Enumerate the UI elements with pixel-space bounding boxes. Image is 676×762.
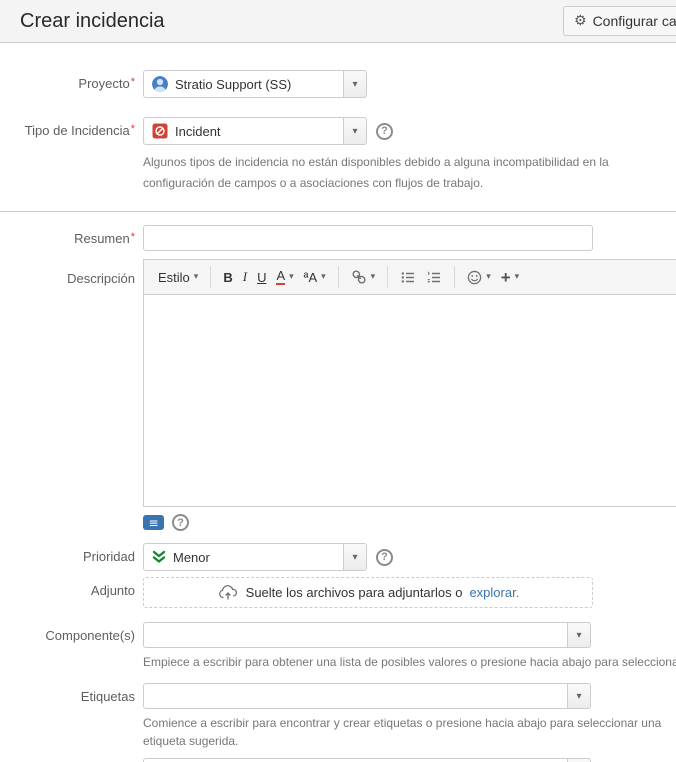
create-issue-dialog: Crear incidencia ⚙ Configurar campos Pro… xyxy=(0,0,676,762)
attachment-row: Adjunto Suelte los archivos para adjunta… xyxy=(0,577,676,608)
configure-fields-button[interactable]: ⚙ Configurar campos xyxy=(563,6,676,36)
assignee-label: Responsable xyxy=(0,758,135,762)
description-textarea[interactable] xyxy=(144,295,676,506)
toolbar-divider xyxy=(454,266,456,288)
chevron-down-icon: ▾ xyxy=(370,272,376,282)
style-dropdown[interactable]: Estilo ▾ xyxy=(153,267,203,288)
toolbar-divider xyxy=(387,266,389,288)
chevron-down-icon: ▾ xyxy=(486,272,491,282)
priority-select[interactable]: Menor ▾ xyxy=(143,543,367,571)
issue-type-note: Algunos tipos de incidencia no están dis… xyxy=(143,155,609,190)
summary-label: Resumen* xyxy=(74,231,135,246)
project-select[interactable]: Stratio Support (SS) ▾ xyxy=(143,70,367,98)
chevron-down-icon[interactable]: ▾ xyxy=(343,544,366,570)
priority-value: Menor xyxy=(173,549,210,565)
editor-toolbar: Estilo ▾ B I U A ▾ ªA ▾ ▾ ▾ + ▾ xyxy=(144,260,676,295)
help-icon[interactable]: ? xyxy=(172,514,189,531)
numbered-list-button[interactable] xyxy=(421,266,447,288)
components-input[interactable] xyxy=(143,622,568,648)
emoji-icon xyxy=(467,270,482,284)
required-asterisk: * xyxy=(130,76,135,88)
chevron-down-icon: ▾ xyxy=(514,272,520,282)
attachment-dropzone[interactable]: Suelte los archivos para adjuntarlos o e… xyxy=(143,577,593,608)
priority-row: Prioridad Menor ▾ ? xyxy=(0,543,676,571)
create-issue-form: Proyecto* Stratio Support (SS) ▾ Tipo de… xyxy=(0,43,676,762)
browse-link[interactable]: explorar. xyxy=(469,585,519,600)
dropzone-text: Suelte los archivos para adjuntarlos o xyxy=(245,585,463,600)
numbered-list-icon xyxy=(427,271,441,283)
required-asterisk: * xyxy=(130,123,135,135)
toolbar-divider xyxy=(337,266,339,288)
priority-minor-icon xyxy=(152,550,166,563)
labels-input[interactable] xyxy=(143,683,568,710)
assignee-row: Responsable Automático ▾ xyxy=(0,758,676,762)
project-avatar-icon xyxy=(152,76,168,92)
chevron-down-icon: ▾ xyxy=(193,272,199,282)
chevron-down-icon[interactable]: ▾ xyxy=(567,683,591,710)
dialog-header: Crear incidencia ⚙ Configurar campos xyxy=(0,0,676,43)
required-asterisk: * xyxy=(130,231,135,243)
chevron-down-icon[interactable]: ▾ xyxy=(343,118,366,144)
section-divider xyxy=(0,211,676,212)
issue-type-label: Tipo de Incidencia* xyxy=(24,123,135,138)
insert-more-button[interactable]: + ▾ xyxy=(496,266,524,289)
description-editor: Estilo ▾ B I U A ▾ ªA ▾ ▾ ▾ + ▾ xyxy=(143,259,676,507)
help-icon[interactable]: ? xyxy=(376,548,393,566)
italic-button[interactable]: I xyxy=(238,266,252,288)
components-label: Componente(s) xyxy=(45,628,135,643)
chevron-down-icon: ▾ xyxy=(289,271,294,282)
text-size-button[interactable]: ªA ▾ xyxy=(299,267,331,288)
project-value: Stratio Support (SS) xyxy=(175,76,292,92)
underline-button[interactable]: U xyxy=(252,267,271,288)
help-icon[interactable]: ? xyxy=(376,122,393,140)
components-row: Componente(s) ▾ Empiece a escribir para … xyxy=(0,622,676,671)
project-row: Proyecto* Stratio Support (SS) ▾ xyxy=(0,70,676,98)
summary-input[interactable] xyxy=(143,225,593,251)
plus-icon: + xyxy=(500,267,511,287)
toolbar-divider xyxy=(210,266,212,288)
project-label: Proyecto* xyxy=(78,76,135,91)
labels-help: Comience a escribir para encontrar y cre… xyxy=(143,716,662,748)
cloud-upload-icon xyxy=(218,585,237,600)
link-icon xyxy=(352,270,366,284)
text-mode-icon[interactable]: ≡ xyxy=(143,515,164,530)
bullet-list-icon xyxy=(401,272,415,283)
labels-row: Etiquetas ▾ Comience a escribir para enc… xyxy=(0,683,676,750)
chevron-down-icon[interactable]: ▾ xyxy=(567,622,591,648)
bullet-list-button[interactable] xyxy=(395,266,421,288)
chevron-down-icon[interactable]: ▾ xyxy=(567,758,591,762)
labels-label: Etiquetas xyxy=(80,689,135,705)
priority-label: Prioridad xyxy=(82,549,135,564)
chevron-down-icon[interactable]: ▾ xyxy=(343,71,366,97)
text-color-button[interactable]: A ▾ xyxy=(271,266,298,288)
components-help: Empiece a escribir para obtener una list… xyxy=(143,655,676,669)
bold-button[interactable]: B xyxy=(218,267,237,288)
configure-fields-label: Configurar campos xyxy=(592,13,676,29)
description-row: Descripción Estilo ▾ B I U A ▾ ªA ▾ ▾ ▾ … xyxy=(0,259,676,531)
attachment-label: Adjunto xyxy=(90,583,135,598)
issue-type-value: Incident xyxy=(175,123,221,139)
link-button[interactable]: ▾ xyxy=(346,266,381,288)
editor-footer: ≡ ? xyxy=(143,514,676,531)
incident-type-icon xyxy=(152,123,168,139)
issue-type-row: Tipo de Incidencia* Incident ▾ ? Algunos… xyxy=(0,117,676,194)
description-label: Descripción xyxy=(67,271,135,286)
page-title: Crear incidencia xyxy=(20,10,165,32)
chevron-down-icon: ▾ xyxy=(321,272,326,282)
issue-type-select[interactable]: Incident ▾ xyxy=(143,117,367,145)
summary-row: Resumen* xyxy=(0,225,676,251)
emoji-button[interactable]: ▾ xyxy=(462,267,496,288)
gear-icon: ⚙ xyxy=(574,13,587,29)
assignee-select[interactable]: Automático ▾ xyxy=(143,758,591,762)
